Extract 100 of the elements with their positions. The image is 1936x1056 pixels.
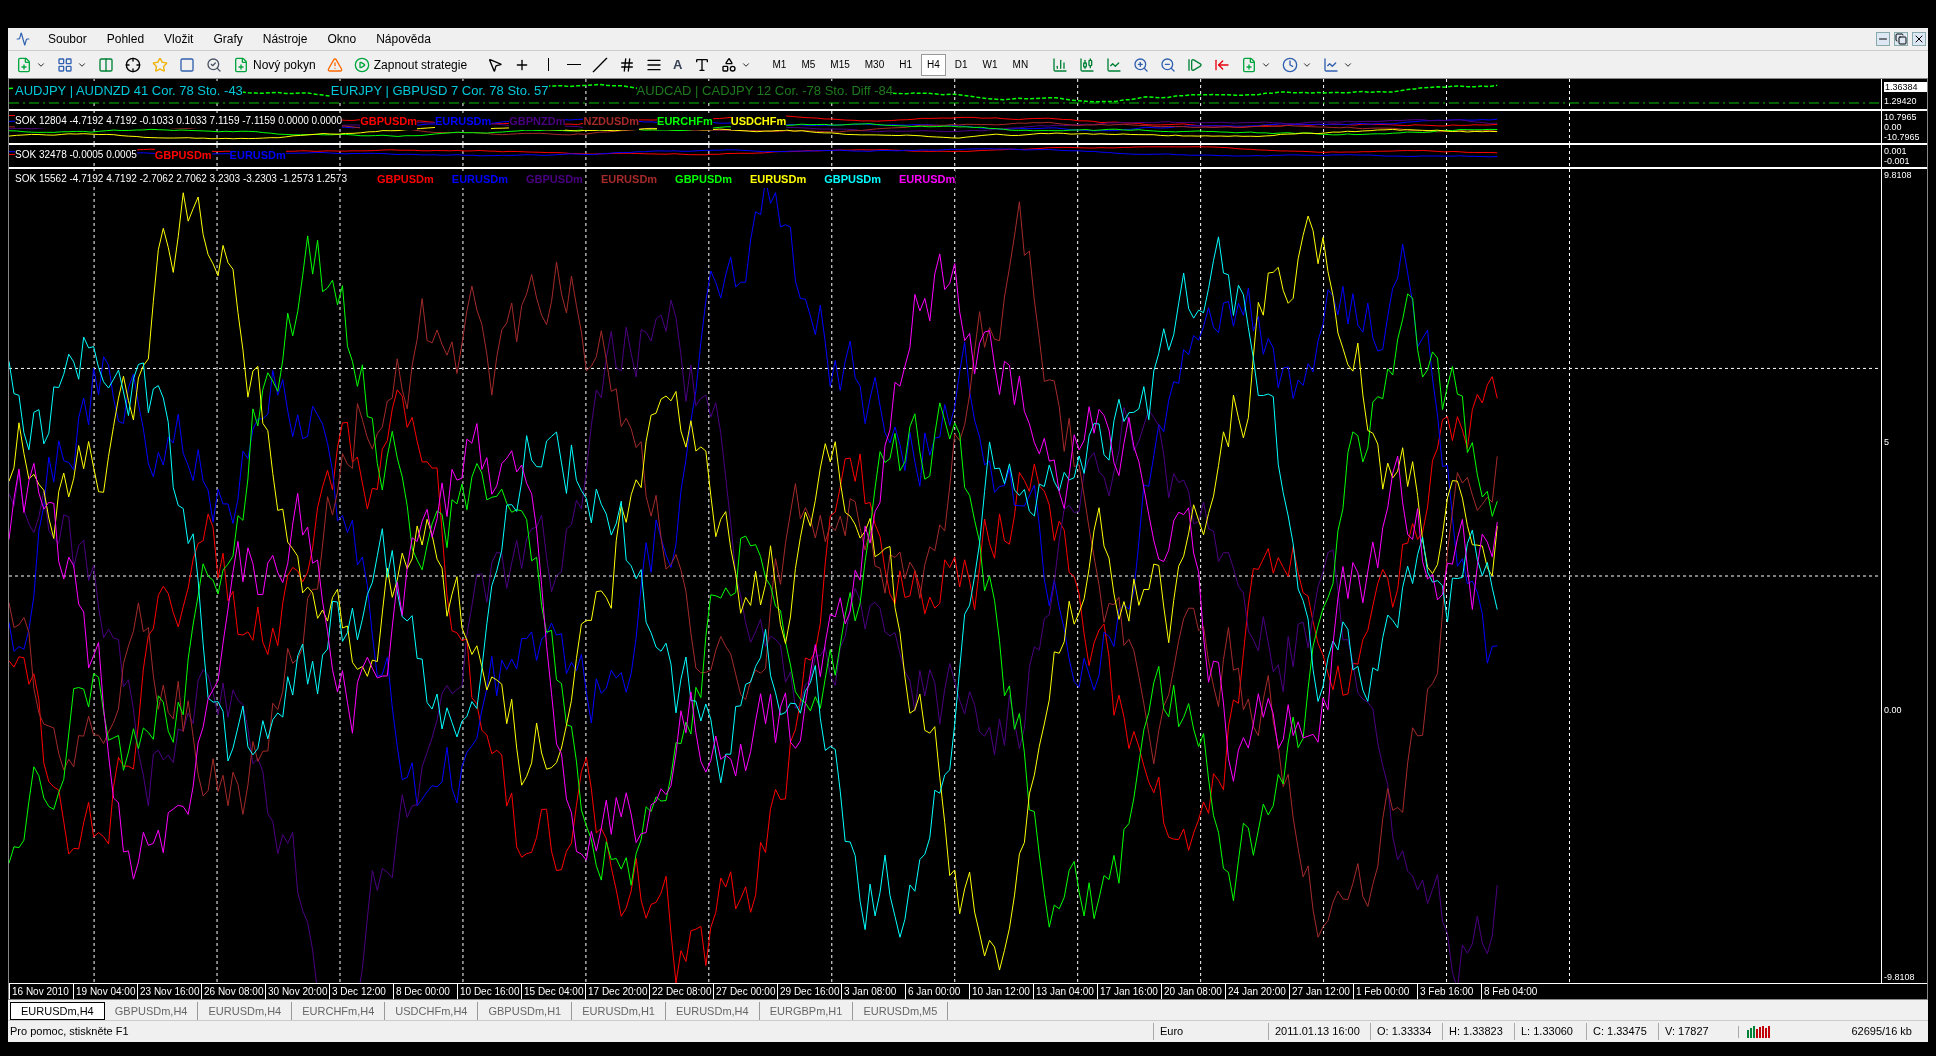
timeframe-button[interactable]: W1: [976, 53, 1004, 76]
series-label: USDCHFm: [730, 113, 787, 130]
columns-icon: [98, 56, 114, 73]
text-box-icon: [693, 56, 710, 73]
status-field: Euro: [1153, 1023, 1268, 1040]
clock-icon: [1282, 56, 1299, 73]
horizontal-line-icon: [567, 64, 582, 65]
time-axis-label: 24 Jan 20:00: [1225, 984, 1289, 999]
app-icon: [16, 32, 30, 46]
series-label: EURUSDm: [899, 171, 956, 188]
price-axis-label: 1.36384: [1884, 82, 1927, 92]
pair-stats-label: AUDJPY | AUDNZD 41 Cor. 78 Sto. -43: [15, 81, 243, 101]
connection-icon: [1738, 1025, 1770, 1038]
time-axis-label: 30 Nov 20:00: [265, 984, 329, 999]
time-axis-label: 3 Jan 08:00: [841, 984, 905, 999]
play-icon: [353, 56, 370, 73]
time-axis-label: 3 Feb 16:00: [1417, 984, 1481, 999]
pair-stats-label: EURJPY | GBPUSD 7 Cor. 78 Sto. 57: [330, 81, 549, 101]
template-icon: [1323, 56, 1340, 73]
menu-item[interactable]: Pohled: [96, 30, 155, 48]
time-axis-label: 13 Jan 04:00: [1033, 984, 1097, 999]
time-axis-label: 23 Nov 16:00: [137, 984, 201, 999]
time-axis-label: 27 Dec 00:00: [713, 984, 777, 999]
status-field: H: 1.33823: [1442, 1023, 1514, 1040]
file-plus-icon: [16, 56, 32, 73]
series-label: GBPUSDm: [675, 171, 732, 188]
timeframe-button[interactable]: M30: [858, 53, 891, 76]
zoom-in-icon: [1133, 56, 1150, 73]
price-axis-label: 5: [1884, 437, 1890, 448]
time-axis-label: 26 Nov 08:00: [201, 984, 265, 999]
file-plus-icon: [233, 56, 249, 73]
strategies-button[interactable]: Zapnout strategie: [349, 52, 472, 77]
help-text: Pro pomoc, stiskněte F1: [9, 1024, 130, 1040]
indicator-header: SOK 32478 -0.0005 0.0005: [15, 147, 137, 162]
menu-item[interactable]: Vložit: [154, 30, 204, 48]
price-axis-label: 10.7965: [1884, 112, 1918, 122]
file-plus-icon: [1241, 56, 1258, 73]
menu-item[interactable]: Nápověda: [366, 30, 441, 48]
status-field: V: 17827: [1658, 1023, 1730, 1040]
time-axis-label: 22 Dec 08:00: [649, 984, 713, 999]
time-axis-label: 20 Jan 08:00: [1161, 984, 1225, 999]
indicator-header: SOK 12804 -4.7192 4.7192 -0.1033 0.1033 7.1159 -7.1159 0.0000 0.0000: [15, 113, 343, 128]
window-icon: [179, 56, 195, 73]
time-axis-label: 17 Dec 20:00: [585, 984, 649, 999]
price-axis-label: -10.7965: [1884, 132, 1921, 142]
memory-text: 62695/16 kb: [1850, 1024, 1913, 1040]
price-axis-label: 1.29420: [1884, 96, 1918, 106]
status-field: 2011.01.13 16:00: [1268, 1023, 1370, 1040]
grid-icon: [57, 56, 73, 73]
status-field: O: 1.33334: [1370, 1023, 1442, 1040]
price-axis-label: 0.00: [1884, 704, 1903, 715]
new-order-button[interactable]: Nový pokyn: [229, 52, 320, 77]
time-axis-label: 8 Feb 04:00: [1481, 984, 1545, 999]
cursor-icon: [487, 56, 504, 73]
shapes-icon: [720, 56, 737, 73]
timeframe-button[interactable]: H4: [921, 53, 946, 76]
line-chart-icon: [1106, 56, 1123, 73]
minimize-icon: [1876, 32, 1890, 46]
timeframe-button[interactable]: H1: [893, 53, 918, 76]
time-axis-label: 17 Jan 16:00: [1097, 984, 1161, 999]
chart-tab[interactable]: EURUSDm,H4: [10, 1002, 105, 1020]
price-axis-label: 9.8108: [1884, 170, 1913, 180]
zoom-out-icon: [1160, 56, 1177, 73]
menu-item[interactable]: Grafy: [203, 30, 253, 48]
timeframe-button[interactable]: MN: [1006, 53, 1035, 76]
play-step-icon: [1187, 56, 1204, 73]
price-axis-label: -9.8108: [1884, 972, 1916, 982]
bar-chart-icon: [1052, 56, 1069, 73]
timeframe-button[interactable]: M15: [824, 53, 856, 76]
time-axis-label: 10 Dec 16:00: [457, 984, 521, 999]
close-icon: [1912, 32, 1926, 46]
series-label: EURUSDm: [434, 113, 492, 130]
warning-icon: [326, 56, 343, 73]
price-axis-label: 0.00: [1884, 122, 1903, 132]
restore-icon: [1894, 32, 1908, 46]
menu-item[interactable]: Nástroje: [252, 30, 318, 48]
series-label: EURCHFm: [657, 113, 713, 130]
indicator-header: SOK 15562 -4.7192 4.7192 -2.7062 2.7062 3.2303 -3.2303 -1.2573 1.2573: [15, 171, 347, 186]
time-axis-label: 6 Jan 00:00: [905, 984, 969, 999]
price-axis-label: 0.001: [1884, 146, 1908, 156]
diagonal-line-icon: [592, 56, 609, 73]
series-label: NZDUSDm: [583, 113, 640, 130]
time-axis-label: 29 Dec 16:00: [777, 984, 841, 999]
series-label: GBPUSDm: [824, 171, 882, 188]
series-label: EURUSDm: [451, 171, 509, 188]
text-tool-button[interactable]: A: [669, 54, 687, 75]
vertical-line-icon: [548, 58, 550, 71]
time-axis-label: 19 Nov 04:00: [73, 984, 137, 999]
timeframe-button[interactable]: M1: [766, 53, 793, 76]
time-axis-label: 1 Feb 00:00: [1353, 984, 1417, 999]
star-icon: [152, 56, 168, 73]
status-field: C: 1.33475: [1586, 1023, 1658, 1040]
timeframe-button[interactable]: D1: [948, 53, 974, 76]
time-axis-label: 15 Dec 04:00: [521, 984, 585, 999]
menu-item[interactable]: Okno: [317, 30, 367, 48]
price-axis-label: -0.001: [1884, 156, 1911, 166]
candlestick-icon: [1079, 56, 1096, 73]
timeframe-button[interactable]: M5: [795, 53, 822, 76]
time-axis-label: 10 Jan 12:00: [969, 984, 1033, 999]
menu-item[interactable]: Soubor: [38, 30, 97, 48]
